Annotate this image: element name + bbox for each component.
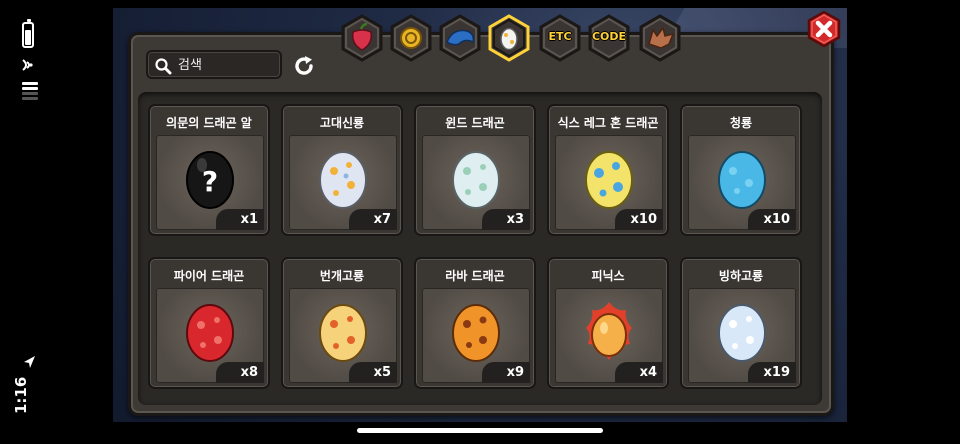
item-name: 고대신룡: [319, 116, 365, 130]
ancient-dragon-egg-icon: [319, 151, 367, 209]
battery-icon: [22, 19, 34, 48]
search-icon: [155, 58, 172, 75]
tab-code[interactable]: CODE: [586, 14, 632, 62]
sixleg-horn-dragon-egg-icon: [585, 151, 633, 209]
tab-coin[interactable]: [388, 14, 434, 62]
item-quantity: x1: [216, 209, 264, 230]
item-quantity: x8: [216, 362, 264, 383]
search-input[interactable]: [178, 55, 278, 75]
item-card-lava-dragon[interactable]: 라바 드래곤 x9: [414, 257, 536, 389]
item-card-ancient-dragon[interactable]: 고대신룡 x7: [281, 104, 403, 236]
refresh-icon[interactable]: [291, 53, 317, 79]
fruit-icon: [341, 14, 383, 62]
item-name: 식스 레그 혼 드래곤: [557, 116, 659, 130]
item-card-blue-dragon[interactable]: 청룡 x10: [680, 104, 802, 236]
item-quantity: x7: [349, 209, 397, 230]
item-quantity: x19: [747, 362, 796, 383]
item-name: 윈드 드래곤: [445, 116, 505, 130]
lava-dragon-egg-icon: [452, 304, 500, 362]
item-quantity: x4: [615, 362, 663, 383]
item-card-mystery-egg[interactable]: 의문의 드래곤 알 ? x1: [148, 104, 270, 236]
status-time: 1:16: [12, 376, 30, 414]
item-quantity: x10: [614, 209, 663, 230]
tab-etc[interactable]: ETC: [537, 14, 583, 62]
item-card-fire-dragon[interactable]: 파이어 드래곤 x8: [148, 257, 270, 389]
fire-dragon-egg-icon: [186, 304, 234, 362]
thunder-dragon-egg-icon: [319, 304, 367, 362]
glacier-dragon-egg-icon: [718, 304, 766, 362]
item-name: 라바 드래곤: [445, 269, 505, 283]
item-quantity: x3: [482, 209, 530, 230]
item-card-glacier-dragon[interactable]: 빙하고룡 x19: [680, 257, 802, 389]
item-name: 청룡: [729, 116, 753, 130]
item-card-sixleg-horn-dragon[interactable]: 식스 레그 혼 드래곤 x10: [547, 104, 669, 236]
signal-icon: [22, 82, 38, 100]
wind-dragon-egg-icon: [452, 151, 500, 209]
item-name: 파이어 드래곤: [173, 269, 245, 283]
dragon-head-icon: [639, 14, 681, 62]
tab-etc-label: ETC: [548, 30, 572, 43]
search-box[interactable]: [146, 50, 282, 79]
egg-tab-icon: [488, 14, 530, 62]
tab-fruit[interactable]: [339, 14, 385, 62]
item-name: 의문의 드래곤 알: [166, 116, 252, 130]
tab-dragon[interactable]: [637, 14, 683, 62]
item-card-wind-dragon[interactable]: 윈드 드래곤 x3: [414, 104, 536, 236]
dragon-item-icon: [439, 14, 481, 62]
tab-code-label: CODE: [591, 30, 627, 43]
status-bar: 1:16: [0, 0, 60, 444]
item-card-phoenix[interactable]: 피닉스 x4: [547, 257, 669, 389]
item-quantity: x10: [747, 209, 796, 230]
item-name: 빙하고룡: [718, 269, 764, 283]
svg-text:?: ?: [202, 165, 218, 198]
tab-dragon-item[interactable]: [437, 14, 483, 62]
item-name: 피닉스: [591, 269, 625, 283]
tab-egg[interactable]: [486, 14, 532, 62]
location-arrow-icon: [24, 356, 35, 368]
item-quantity: x5: [349, 362, 397, 383]
wifi-icon: [22, 59, 33, 71]
home-indicator[interactable]: [357, 428, 603, 433]
blue-dragon-egg-icon: [718, 151, 766, 209]
item-card-thunder-dragon[interactable]: 번개고룡 x5: [281, 257, 403, 389]
item-name: 번개고룡: [319, 269, 365, 283]
mystery-egg-icon: ?: [186, 151, 234, 209]
item-quantity: x9: [482, 362, 530, 383]
phoenix-egg-icon: [586, 302, 632, 360]
coin-icon: [390, 14, 432, 62]
close-icon[interactable]: [806, 11, 842, 47]
